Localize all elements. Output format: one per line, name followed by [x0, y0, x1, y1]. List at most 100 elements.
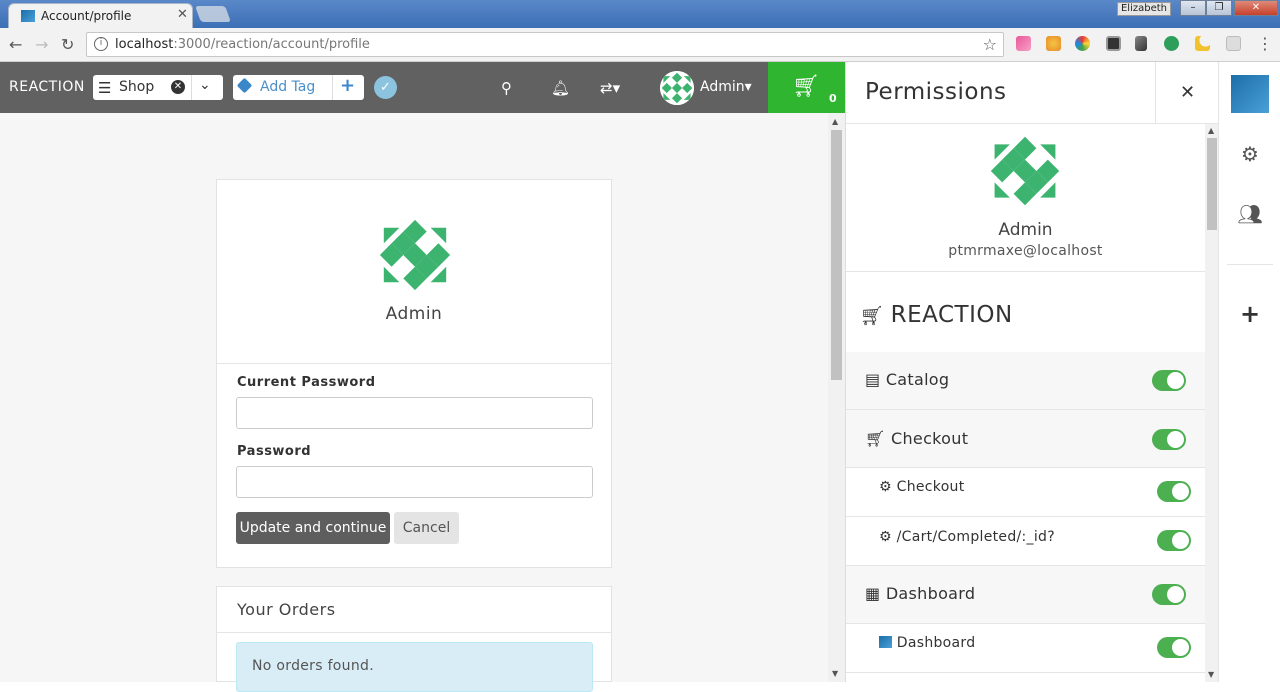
divider [191, 75, 192, 100]
extension-icon[interactable] [1164, 36, 1179, 51]
browser-menu-icon[interactable]: ⋮ [1257, 34, 1273, 53]
profile-card: Admin Current Password Password Update a… [216, 179, 612, 568]
orders-empty-text: No orders found. [252, 658, 374, 674]
moon-icon[interactable] [1195, 36, 1210, 51]
scroll-up-icon[interactable]: ▲ [832, 117, 838, 126]
extension-icon[interactable] [1106, 36, 1121, 51]
close-circle-icon[interactable]: ✕ [171, 80, 185, 94]
browser-tab[interactable]: Account/profile ✕ [8, 3, 193, 28]
permission-toggle[interactable] [1152, 429, 1186, 450]
brand-logo[interactable]: REACTION [9, 79, 85, 95]
search-icon[interactable]: ⚲ [501, 79, 512, 97]
users-icon[interactable]: 👥︎ [1219, 202, 1280, 226]
permission-row-checkout[interactable]: 🛒︎ Checkout [846, 410, 1205, 468]
add-tag-input[interactable]: Add Tag + [233, 75, 364, 100]
avatar [379, 219, 451, 291]
permission-toggle[interactable] [1152, 370, 1186, 391]
section-heading: 🛒︎ REACTION [860, 302, 1013, 328]
password-field[interactable] [236, 466, 593, 498]
orders-card: Your Orders No orders found. [216, 586, 612, 692]
permission-label: ▤ Catalog [865, 370, 949, 389]
panel-scrollbar[interactable]: ▲ ▼ [1205, 124, 1219, 682]
add-tag-placeholder[interactable]: Add Tag [260, 79, 315, 95]
permission-row-cart-completed[interactable]: ⚙ /Cart/Completed/:_id? [846, 517, 1205, 566]
admin-menu[interactable]: Admin▾ [700, 79, 752, 95]
profile-name: Admin [385, 304, 443, 324]
profile-badge[interactable]: Elizabeth [1117, 2, 1171, 16]
permissions-panel: Permissions ✕ Admin ptmrmaxe@localhost 🛒… [845, 62, 1219, 682]
permission-row-catalog[interactable]: ▤ Catalog [846, 352, 1205, 410]
reload-icon[interactable]: ↻ [61, 35, 74, 54]
browser-tab-bar: Account/profile ✕ Elizabeth – ❐ ✕ [0, 0, 1280, 28]
menu-icon[interactable]: ☰ [98, 79, 111, 97]
panel-user: Admin ptmrmaxe@localhost [846, 124, 1205, 272]
update-button[interactable]: Update and continue [236, 512, 390, 544]
chevron-down-icon[interactable]: ⌄ [199, 77, 211, 93]
plus-icon[interactable]: + [1219, 300, 1280, 328]
eyedropper-icon[interactable] [1135, 36, 1147, 51]
cart-count-badge: 0 [829, 92, 837, 105]
profile-summary: Admin [217, 180, 611, 364]
identicon-icon [660, 71, 694, 105]
main-scrollbar[interactable]: ▲ ▼ [828, 113, 845, 682]
info-icon[interactable]: i [94, 37, 108, 51]
bookmark-star-icon[interactable]: ☆ [983, 35, 997, 54]
permission-row-dashboard[interactable]: ▦ Dashboard [846, 566, 1205, 624]
tab-title: Account/profile [41, 9, 132, 23]
panel-user-email: ptmrmaxe@localhost [948, 243, 1103, 259]
cart-button[interactable]: 🛒︎ 0 [768, 62, 845, 113]
permission-label: ▦ Dashboard [865, 584, 975, 603]
avatar[interactable] [660, 71, 694, 105]
url-host: localhost [115, 37, 174, 52]
permission-label-text: Checkout [896, 479, 965, 495]
extension-icon[interactable] [1016, 36, 1031, 51]
dashboard-rail: ⚙ 👥︎ + [1218, 62, 1280, 682]
extension-icon[interactable] [1046, 36, 1061, 51]
tag-icon [236, 77, 253, 94]
divider [332, 75, 333, 100]
bell-icon[interactable]: 🔔︎ [551, 79, 570, 97]
permission-row-dashboard-sub[interactable]: Dashboard [846, 624, 1205, 673]
permission-row-checkout-sub[interactable]: ⚙ Checkout [846, 468, 1205, 517]
panel-header: Permissions ✕ [846, 62, 1219, 124]
permission-label: 🛒︎ Checkout [865, 429, 968, 448]
divider [1227, 264, 1273, 265]
back-icon[interactable]: ← [9, 35, 22, 54]
scrollbar-thumb[interactable] [831, 130, 842, 380]
gear-icon[interactable]: ⚙ [1219, 142, 1280, 166]
orders-title: Your Orders [237, 600, 336, 619]
url-input[interactable]: i localhost:3000/reaction/account/profil… [86, 32, 1004, 57]
new-tab-button[interactable] [195, 6, 231, 22]
extension-icon[interactable] [1075, 36, 1090, 51]
permission-toggle[interactable] [1157, 530, 1191, 551]
gear-icon: ⚙ [879, 479, 892, 495]
language-icon[interactable]: ⇄▾ [600, 79, 620, 97]
maximize-button[interactable]: ❐ [1206, 0, 1232, 16]
scroll-down-icon[interactable]: ▼ [832, 669, 838, 678]
permission-label-text: Catalog [885, 370, 950, 389]
scrollbar-thumb[interactable] [1207, 138, 1217, 230]
extension-icon[interactable] [1226, 36, 1241, 51]
current-password-field[interactable] [236, 397, 593, 429]
tab-close-icon[interactable]: ✕ [177, 7, 188, 22]
cart-icon: 🛒︎ [865, 429, 886, 448]
permission-toggle[interactable] [1152, 584, 1186, 605]
panel-title: Permissions [865, 79, 1007, 105]
plus-icon[interactable]: + [340, 75, 355, 96]
shop-label[interactable]: Shop [119, 79, 154, 95]
close-icon[interactable]: ✕ [1155, 62, 1219, 124]
permission-label: ⚙ Checkout [879, 479, 965, 495]
scroll-down-icon[interactable]: ▼ [1208, 670, 1214, 679]
cancel-button[interactable]: Cancel [394, 512, 459, 544]
permission-toggle[interactable] [1157, 481, 1191, 502]
reaction-logo-icon[interactable] [1231, 75, 1269, 113]
check-circle-icon[interactable]: ✓ [374, 76, 397, 99]
close-window-button[interactable]: ✕ [1234, 0, 1278, 16]
reaction-favicon-icon [21, 10, 35, 22]
minimize-button[interactable]: – [1180, 0, 1206, 16]
url-path: :3000/reaction/account/profile [173, 37, 370, 52]
permission-toggle[interactable] [1157, 637, 1191, 658]
scroll-up-icon[interactable]: ▲ [1208, 126, 1214, 135]
shop-selector[interactable]: ☰ Shop ✕ ⌄ [93, 75, 223, 100]
forward-icon[interactable]: → [35, 35, 48, 54]
